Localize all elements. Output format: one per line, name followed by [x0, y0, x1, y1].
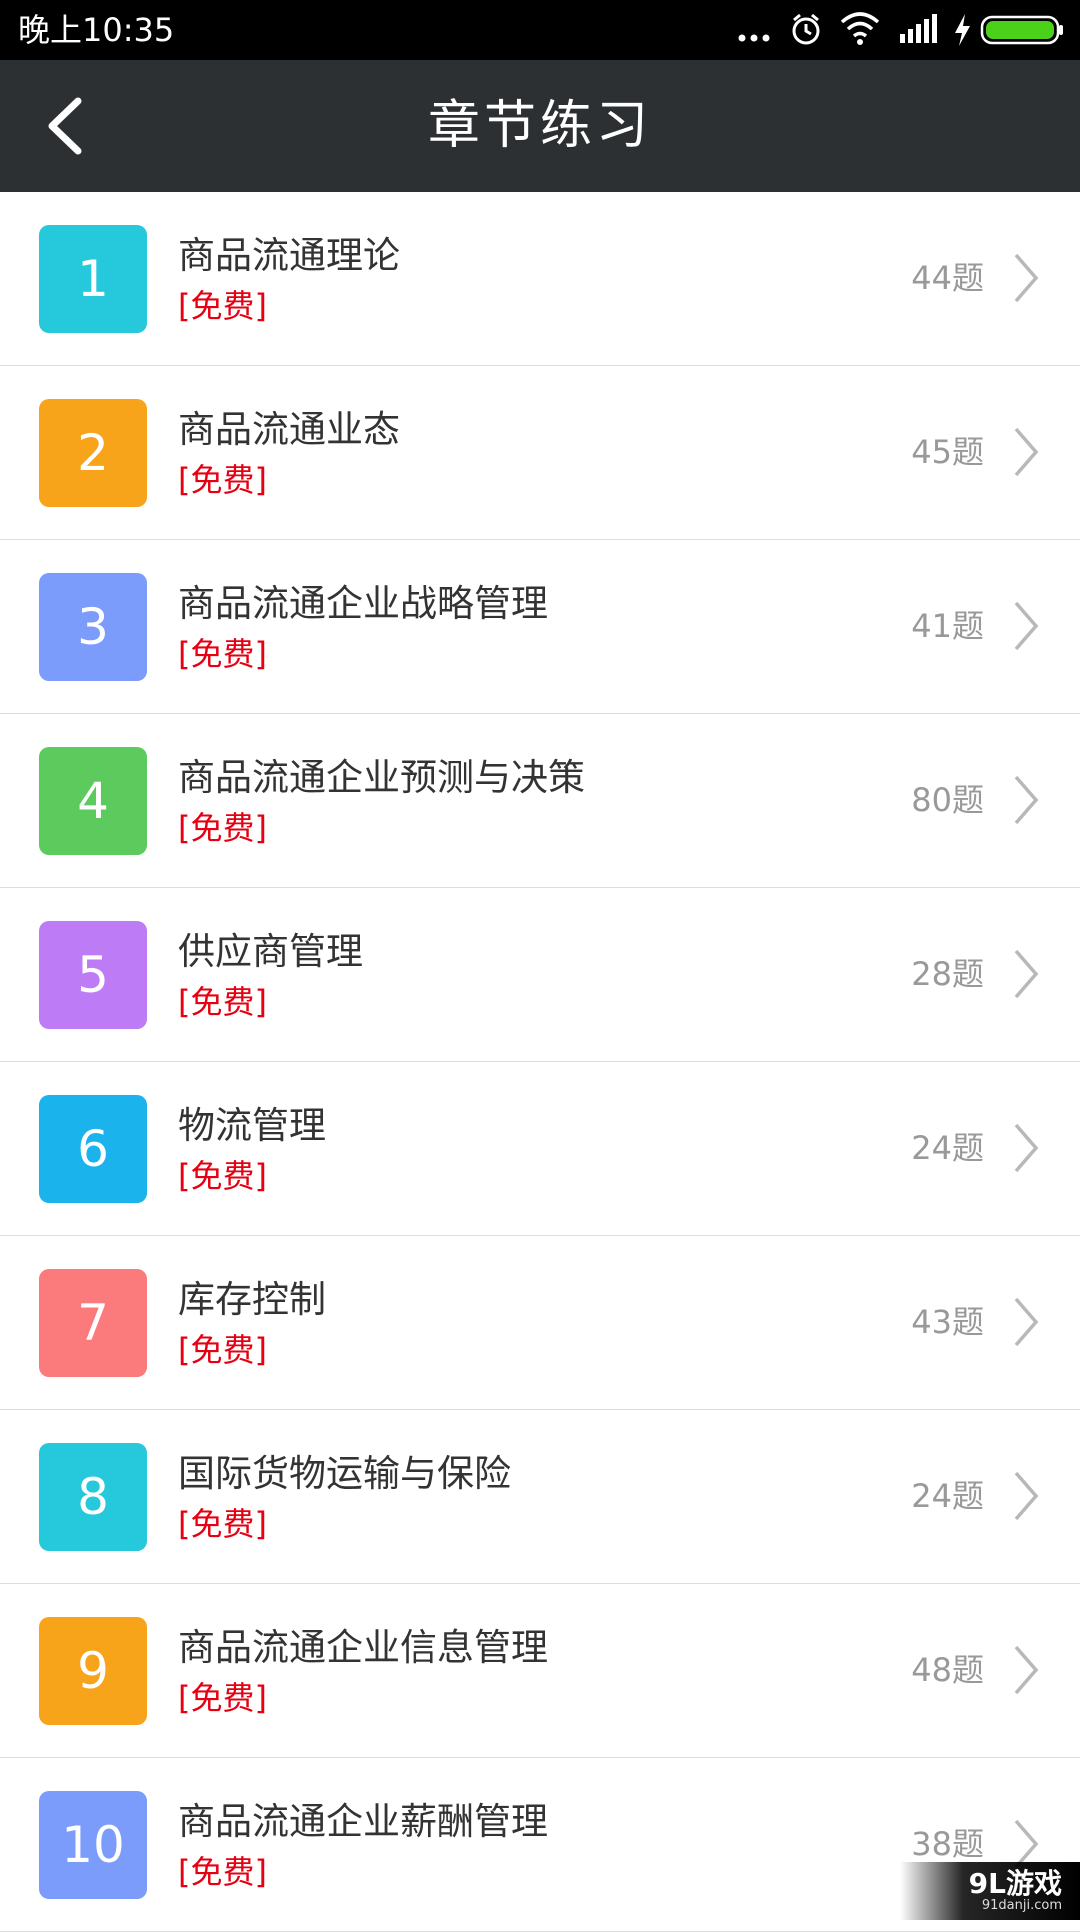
chevron-right-icon: [1014, 253, 1039, 303]
chapter-list: 1 商品流通理论 [免费] 44题 2 商品流通业态 [免费] 45题 3 商品…: [0, 192, 1080, 1932]
chevron-right-icon: [1014, 1471, 1039, 1521]
chevron-right-icon: [1014, 1645, 1039, 1695]
watermark-logo: 9L游戏: [968, 1867, 1062, 1900]
chapter-name: 商品流通企业信息管理: [178, 1626, 548, 1669]
free-tag: [免费]: [178, 1331, 267, 1369]
question-count: 44题: [911, 259, 984, 297]
chapter-item[interactable]: 5 供应商管理 [免费] 28题: [0, 888, 1080, 1062]
question-count: 28题: [911, 955, 984, 993]
question-count: 24题: [911, 1477, 984, 1515]
chapter-name: 国际货物运输与保险: [178, 1452, 511, 1495]
chapter-number-badge: 9: [39, 1617, 147, 1725]
chapter-item[interactable]: 6 物流管理 [免费] 24题: [0, 1062, 1080, 1236]
chapter-item[interactable]: 9 商品流通企业信息管理 [免费] 48题: [0, 1584, 1080, 1758]
free-tag: [免费]: [178, 461, 267, 499]
question-count: 38题: [911, 1825, 984, 1863]
chapter-item[interactable]: 2 商品流通业态 [免费] 45题: [0, 366, 1080, 540]
watermark-site: 91danji.com: [981, 1898, 1062, 1913]
free-tag: [免费]: [178, 1853, 267, 1891]
free-tag: [免费]: [178, 635, 267, 673]
back-button[interactable]: [22, 82, 106, 170]
status-bar: 晚上10:35: [0, 0, 1080, 60]
question-count: 80题: [911, 781, 984, 819]
chevron-right-icon: [1014, 1123, 1039, 1173]
page-title: 章节练习: [427, 96, 652, 156]
chapter-name: 商品流通业态: [178, 408, 400, 451]
status-time: 晚上10:35: [18, 11, 175, 49]
free-tag: [免费]: [178, 1505, 267, 1543]
question-count: 45题: [911, 433, 984, 471]
free-tag: [免费]: [178, 1679, 267, 1717]
charging-icon: [955, 14, 970, 46]
chapter-number-badge: 5: [39, 921, 147, 1029]
watermark: 9L游戏 91danji.com: [900, 1862, 1080, 1920]
chapter-item[interactable]: 4 商品流通企业预测与决策 [免费] 80题: [0, 714, 1080, 888]
chapter-number-badge: 7: [39, 1269, 147, 1377]
chapter-name: 商品流通理论: [178, 234, 400, 277]
chapter-number-badge: 3: [39, 573, 147, 681]
free-tag: [免费]: [178, 287, 267, 325]
chevron-right-icon: [1014, 601, 1039, 651]
chapter-name: 商品流通企业预测与决策: [178, 756, 585, 799]
chapter-item[interactable]: 8 国际货物运输与保险 [免费] 24题: [0, 1410, 1080, 1584]
more-icon: [738, 34, 770, 42]
app-bar: 章节练习: [0, 60, 1080, 192]
chapter-item[interactable]: 1 商品流通理论 [免费] 44题: [0, 192, 1080, 366]
question-count: 41题: [911, 607, 984, 645]
free-tag: [免费]: [178, 1157, 267, 1195]
wifi-icon: [840, 12, 880, 45]
free-tag: [免费]: [178, 809, 267, 847]
chapter-name: 商品流通企业薪酬管理: [178, 1800, 548, 1843]
chapter-number-badge: 10: [39, 1791, 147, 1899]
chapter-name: 库存控制: [178, 1278, 326, 1321]
chapter-number-badge: 4: [39, 747, 147, 855]
question-count: 24题: [911, 1129, 984, 1167]
question-count: 43题: [911, 1303, 984, 1341]
chevron-left-icon: [48, 97, 82, 155]
alarm-icon: [792, 13, 820, 45]
chapter-number-badge: 6: [39, 1095, 147, 1203]
battery-icon: [980, 15, 1063, 45]
chevron-right-icon: [1014, 949, 1039, 999]
chapter-item[interactable]: 7 库存控制 [免费] 43题: [0, 1236, 1080, 1410]
chevron-right-icon: [1014, 427, 1039, 477]
chevron-right-icon: [1014, 775, 1039, 825]
chevron-right-icon: [1014, 1297, 1039, 1347]
chapter-item[interactable]: 3 商品流通企业战略管理 [免费] 41题: [0, 540, 1080, 714]
free-tag: [免费]: [178, 983, 267, 1021]
signal-icon: [900, 14, 937, 43]
chapter-name: 物流管理: [178, 1104, 326, 1147]
chapter-number-badge: 8: [39, 1443, 147, 1551]
chapter-number-badge: 2: [39, 399, 147, 507]
question-count: 48题: [911, 1651, 984, 1689]
chapter-name: 供应商管理: [178, 930, 363, 973]
chapter-name: 商品流通企业战略管理: [178, 582, 548, 625]
chapter-number-badge: 1: [39, 225, 147, 333]
